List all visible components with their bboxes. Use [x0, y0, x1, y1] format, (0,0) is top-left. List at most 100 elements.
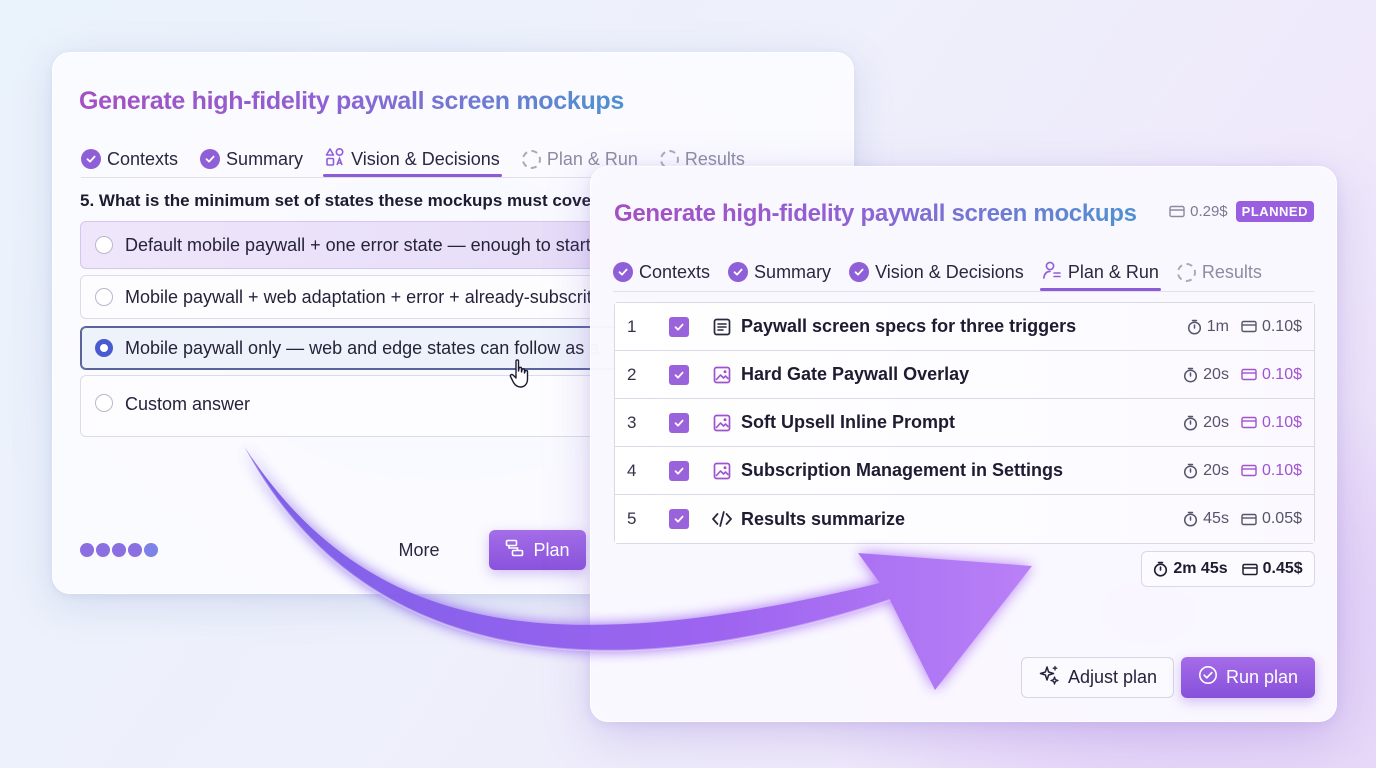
plan-steps-table: 1 Paywall screen specs for three trigger…	[614, 302, 1315, 544]
option-label: Mobile paywall + web adaptation + error …	[125, 286, 592, 307]
step-checkbox[interactable]	[669, 364, 689, 385]
step-cost: 0.10$	[1241, 318, 1302, 336]
tab-label: Summary	[226, 148, 304, 169]
step-time-value: 1m	[1206, 317, 1229, 335]
step-time-value: 20s	[1203, 461, 1229, 479]
step-cost-value: 0.10$	[1261, 317, 1302, 335]
plan-step-row[interactable]: 2 Hard Gate Paywall Overlay 20s 0.10$	[615, 351, 1314, 399]
radio-button[interactable]	[95, 394, 113, 412]
image-icon	[711, 412, 733, 434]
wallet-icon	[1169, 205, 1185, 218]
run-plan-button[interactable]: Run plan	[1181, 657, 1315, 698]
option-mobile-web[interactable]: Mobile paywall + web adaptation + error …	[80, 275, 620, 319]
step-time-value: 20s	[1203, 413, 1229, 431]
progress-dot	[144, 543, 158, 557]
step-checkbox[interactable]	[669, 460, 689, 481]
progress-dot	[128, 543, 142, 557]
progress-dot	[112, 543, 126, 557]
step-time: 20s	[1183, 462, 1229, 480]
status-badge: PLANNED	[1235, 201, 1314, 222]
plan-total: 2m 45s 0.45$	[1141, 551, 1315, 587]
tab-label: Summary	[754, 261, 832, 282]
step-name: Soft Upsell Inline Prompt	[741, 412, 956, 432]
timer-icon	[1154, 561, 1168, 577]
step-checkbox[interactable]	[669, 412, 689, 433]
adjust-plan-label: Adjust plan	[1067, 667, 1158, 687]
step-number: 5	[627, 509, 637, 528]
pending-circle-icon	[1176, 262, 1196, 282]
tab-label: Vision & Decisions	[875, 261, 1024, 282]
plan-step-row[interactable]: 1 Paywall screen specs for three trigger…	[615, 303, 1314, 351]
step-time-value: 45s	[1203, 510, 1229, 527]
wallet-icon	[1241, 513, 1257, 525]
tab-summary[interactable]: Summary	[728, 253, 831, 291]
check-circle-icon	[200, 149, 221, 169]
wallet-icon	[1241, 563, 1258, 575]
tab-contexts[interactable]: Contexts	[613, 253, 710, 291]
step-checkbox[interactable]	[669, 509, 689, 529]
progress-dot	[96, 543, 110, 557]
tab-plan-run[interactable]: Plan & Run	[1039, 253, 1161, 291]
plan-panel: Generate high-fidelity paywall screen mo…	[590, 166, 1337, 722]
wallet-icon	[1241, 464, 1257, 477]
shapes-icon	[325, 147, 345, 172]
step-name: Hard Gate Paywall Overlay	[741, 364, 970, 384]
progress-dots	[80, 543, 158, 557]
step-number: 4	[627, 460, 637, 480]
tab-summary[interactable]: Summary	[200, 141, 303, 177]
option-label: Default mobile paywall + one error state…	[125, 234, 591, 255]
plan-step-row[interactable]: 5 Results summarize 45s 0.05$	[615, 495, 1314, 543]
code-icon	[711, 508, 733, 530]
check-circle-icon	[728, 262, 749, 282]
step-number: 3	[627, 412, 637, 432]
progress-dot	[80, 543, 94, 557]
step-cost: 0.10$	[1241, 414, 1302, 432]
pending-circle-icon	[521, 149, 541, 169]
step-cost: 0.10$	[1241, 462, 1302, 480]
step-cost-value: 0.10$	[1261, 413, 1302, 431]
tab-label: Contexts	[107, 148, 179, 169]
tab-vision-decisions[interactable]: Vision & Decisions	[323, 141, 502, 177]
option-custom-answer[interactable]: Custom answer	[80, 375, 620, 437]
total-time-value: 2m 45s	[1173, 560, 1228, 577]
step-checkbox[interactable]	[669, 316, 689, 337]
check-circle-icon	[1198, 665, 1218, 690]
wallet-icon	[1241, 368, 1257, 381]
check-circle-icon	[81, 149, 101, 169]
wallet-icon	[1241, 320, 1257, 333]
user-run-icon	[1042, 260, 1062, 285]
radio-button-selected[interactable]	[95, 339, 113, 357]
total-cost-value: 0.45$	[1262, 560, 1303, 577]
radio-button[interactable]	[95, 288, 113, 306]
tab-contexts[interactable]: Contexts	[81, 141, 178, 177]
timer-icon	[1187, 319, 1201, 335]
tab-results[interactable]: Results	[1176, 253, 1262, 291]
check-circle-icon	[849, 262, 870, 282]
step-cost-value: 0.10$	[1261, 365, 1302, 383]
wallet-icon	[1241, 416, 1257, 429]
tab-label: Results	[1201, 261, 1262, 282]
task-title: Generate high-fidelity paywall screen mo…	[79, 87, 625, 115]
step-time-value: 20s	[1203, 365, 1229, 383]
step-time: 20s	[1183, 366, 1229, 384]
option-default-mobile[interactable]: Default mobile paywall + one error state…	[80, 221, 620, 269]
step-name: Paywall screen specs for three triggers	[741, 316, 1077, 336]
task-cost: 0.29$	[1169, 203, 1228, 220]
step-name: Results summarize	[741, 508, 906, 529]
hand-cursor-icon	[509, 359, 529, 388]
question-text: 5. What is the minimum set of states the…	[80, 191, 592, 210]
option-mobile-only[interactable]: Mobile paywall only — web and edge state…	[80, 326, 620, 370]
tab-vision-decisions[interactable]: Vision & Decisions	[849, 253, 1024, 291]
plan-button-label: Plan	[533, 539, 570, 560]
step-tabs: Contexts Summary Vision & Decisions Plan…	[613, 253, 1262, 291]
plan-button[interactable]: Plan	[489, 530, 586, 570]
plan-step-row[interactable]: 4 Subscription Management in Settings 20…	[615, 447, 1314, 495]
total-time: 2m 45s	[1153, 560, 1228, 578]
more-button[interactable]: More	[383, 531, 455, 569]
plan-step-row[interactable]: 3 Soft Upsell Inline Prompt 20s 0.10$	[615, 399, 1314, 447]
tabs-divider	[613, 291, 1314, 292]
adjust-plan-button[interactable]: Adjust plan	[1021, 657, 1174, 698]
radio-button[interactable]	[95, 236, 113, 254]
tab-label: Plan & Run	[1067, 261, 1159, 282]
image-icon	[711, 460, 733, 482]
